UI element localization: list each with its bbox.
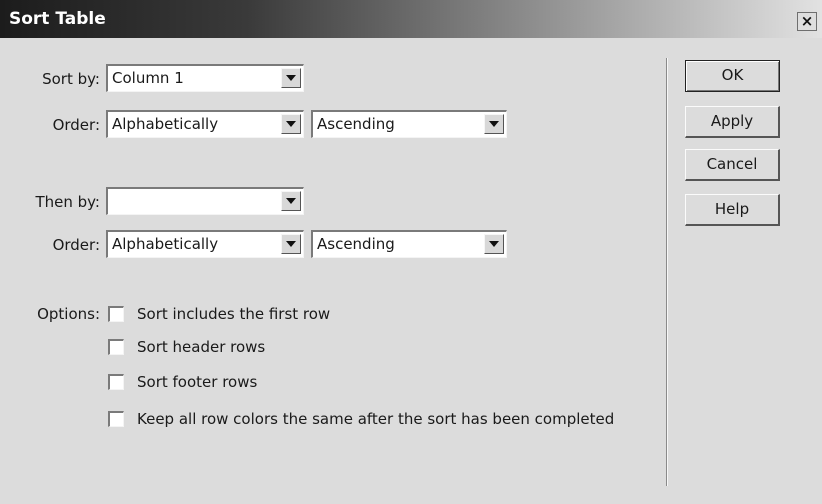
checkbox-sort-footer-rows[interactable] [108,374,124,390]
ok-button[interactable]: OK [685,60,780,92]
direction-value-2: Ascending [317,235,395,253]
checkbox-label: Sort header rows [137,338,266,356]
order-label-1: Order: [52,116,100,134]
checkbox-label: Keep all row colors the same after the s… [137,410,615,428]
order-type-select-1[interactable]: Alphabetically [106,110,304,138]
direction-value-1: Ascending [317,115,395,133]
sort-by-value: Column 1 [112,69,184,87]
apply-button[interactable]: Apply [685,106,780,138]
chevron-down-icon[interactable] [281,234,301,254]
vertical-divider [666,58,668,486]
chevron-down-icon[interactable] [281,191,301,211]
chevron-down-icon[interactable] [484,234,504,254]
checkbox-sort-first-row[interactable] [108,306,124,322]
order-type-value-2: Alphabetically [112,235,219,253]
close-icon[interactable]: × [797,12,817,31]
checkbox-keep-row-colors[interactable] [108,411,124,427]
direction-select-1[interactable]: Ascending [311,110,507,138]
help-button[interactable]: Help [685,194,780,226]
title-bar: Sort Table × [0,0,822,38]
sort-by-select[interactable]: Column 1 [106,64,304,92]
order-type-select-2[interactable]: Alphabetically [106,230,304,258]
chevron-down-icon[interactable] [484,114,504,134]
checkbox-label: Sort footer rows [137,373,258,391]
checkbox-sort-header-rows[interactable] [108,339,124,355]
direction-select-2[interactable]: Ascending [311,230,507,258]
cancel-button[interactable]: Cancel [685,149,780,181]
then-by-label: Then by: [35,193,100,211]
options-label: Options: [37,305,100,323]
chevron-down-icon[interactable] [281,114,301,134]
order-type-value-1: Alphabetically [112,115,219,133]
order-label-2: Order: [52,236,100,254]
chevron-down-icon[interactable] [281,68,301,88]
dialog-title: Sort Table [9,9,106,29]
then-by-select[interactable] [106,187,304,215]
sort-by-label: Sort by: [42,70,100,88]
checkbox-label: Sort includes the first row [137,305,331,323]
